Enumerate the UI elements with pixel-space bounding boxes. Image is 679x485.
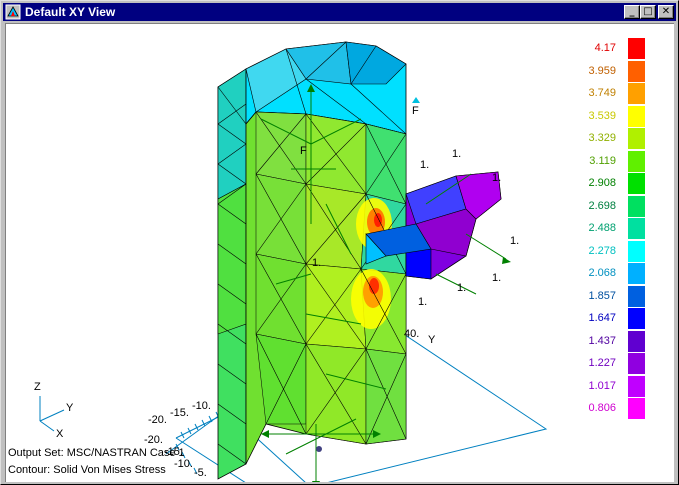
constraint-label: 1. (418, 296, 428, 308)
legend-swatch (628, 38, 645, 59)
close-button[interactable]: ✕ (658, 5, 674, 19)
legend-swatch (628, 218, 645, 239)
constraint-label: 1. (420, 159, 430, 171)
title-bar[interactable]: Default XY View _ □ ✕ (3, 3, 676, 21)
app-icon (5, 4, 21, 20)
grid-tick-40: 40. (404, 328, 420, 340)
force-label: F (412, 105, 419, 117)
constraint-label: 1. (510, 235, 520, 247)
constraint-label: 1. (452, 148, 462, 160)
legend-value: 1.017 (588, 379, 616, 392)
model-viewport[interactable]: 4.17 3.959 3.749 3.539 3.329 3.119 2.908 2.698 2… (5, 23, 674, 482)
legend-swatch (628, 330, 645, 352)
legend-swatch (628, 105, 645, 127)
constraint-label: 1. (492, 172, 502, 184)
legend-swatch (628, 375, 645, 397)
window-title: Default XY View (25, 5, 116, 19)
legend-swatch (628, 285, 645, 307)
force-label-2: F (300, 145, 307, 157)
legend-value: 2.908 (588, 177, 616, 189)
force-marker-icon (412, 97, 420, 103)
legend-value: 2.698 (588, 199, 616, 212)
grid-tick: -10. (192, 400, 211, 412)
contour-label: Contour: Solid Von Mises Stress (8, 464, 166, 476)
origin-marker-icon (316, 446, 322, 452)
legend-value: 2.068 (588, 267, 616, 279)
legend-swatch (628, 353, 645, 374)
fea-window: Default XY View _ □ ✕ 4.17 3.959 3.749 3… (0, 0, 679, 485)
legend-value: 3.329 (588, 132, 616, 144)
maximize-button[interactable]: □ (640, 5, 656, 19)
grid-y-label: Y (428, 334, 436, 346)
legend-value: 1.647 (588, 312, 616, 324)
grid-tick: -20. (148, 414, 167, 426)
legend-value: 3.119 (589, 154, 616, 167)
legend-value: 4.17 (594, 42, 616, 54)
legend-value: 3.749 (588, 87, 616, 99)
axis-y-label: Y (66, 402, 74, 414)
constraint-label: 1. (312, 257, 322, 269)
legend-value: 2.278 (588, 244, 616, 257)
legend-swatch (628, 83, 645, 104)
grid-tick: -5. (194, 467, 207, 479)
axis-z-label: Z (34, 381, 41, 393)
legend-value: 3.539 (588, 109, 616, 122)
axis-x-label: X (56, 428, 64, 440)
legend-value: 1.437 (588, 334, 616, 347)
legend-swatch (628, 150, 645, 172)
legend-swatch (628, 263, 645, 284)
minimize-button[interactable]: _ (624, 5, 640, 19)
grid-tick: -15. (170, 407, 189, 419)
output-set-label: Output Set: MSC/NASTRAN Case 1 (8, 447, 185, 459)
legend-swatch (628, 398, 645, 419)
legend-swatch (628, 240, 645, 262)
legend-swatch (628, 60, 645, 82)
legend-value: 0.806 (588, 402, 616, 414)
grid-tick: -10. (174, 458, 193, 470)
legend-value: 3.959 (588, 64, 616, 77)
legend-value: 1.227 (588, 357, 616, 369)
legend-swatch (628, 173, 645, 194)
constraint-label: 1. (492, 272, 502, 284)
legend-swatch (628, 128, 645, 149)
legend-value: 1.857 (588, 289, 616, 302)
legend-swatch (628, 195, 645, 217)
constraint-label: 1. (457, 282, 467, 294)
grid-tick: -20. (144, 434, 163, 446)
legend-swatch (628, 308, 645, 329)
axes-triad-icon (39, 396, 65, 432)
legend-value: 2.488 (588, 222, 616, 234)
